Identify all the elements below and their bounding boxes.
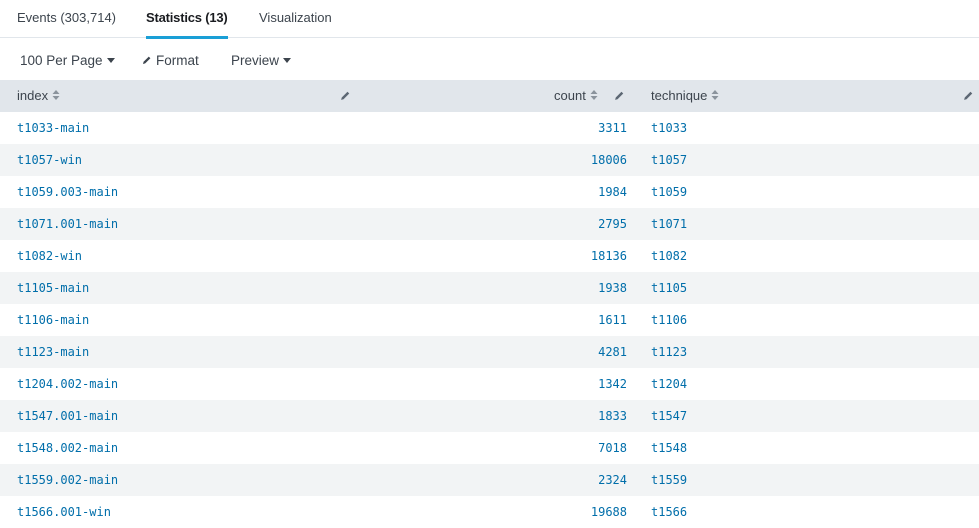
preview-label: Preview <box>231 52 280 68</box>
technique-cell[interactable]: t1059 <box>651 176 687 208</box>
table-row: t1059.003-main 1984 t1059 <box>0 176 979 208</box>
edit-column-pencil-icon[interactable] <box>963 90 974 101</box>
technique-cell[interactable]: t1559 <box>651 464 687 496</box>
tab-statistics[interactable]: Statistics (13) <box>146 0 228 39</box>
tab-events[interactable]: Events (303,714) <box>17 0 116 38</box>
sort-icon <box>590 90 598 100</box>
count-cell[interactable]: 3311 <box>598 112 627 144</box>
technique-cell[interactable]: t1123 <box>651 336 687 368</box>
count-cell[interactable]: 2324 <box>598 464 627 496</box>
index-cell[interactable]: t1033-main <box>17 112 89 144</box>
edit-column-pencil-icon[interactable] <box>614 90 625 101</box>
index-cell[interactable]: t1566.001-win <box>17 496 111 528</box>
column-header-count[interactable]: count <box>554 80 598 112</box>
table-row: t1057-win 18006 t1057 <box>0 144 979 176</box>
column-header-label: index <box>17 88 49 103</box>
table-row: t1566.001-win 19688 t1566 <box>0 496 979 528</box>
count-cell[interactable]: 1342 <box>598 368 627 400</box>
table-row: t1105-main 1938 t1105 <box>0 272 979 304</box>
table-row: t1033-main 3311 t1033 <box>0 112 979 144</box>
results-tabs: Events (303,714) Statistics (13) Visuali… <box>0 0 979 39</box>
count-cell[interactable]: 1611 <box>598 304 627 336</box>
sort-icon <box>52 90 60 100</box>
index-cell[interactable]: t1059.003-main <box>17 176 118 208</box>
preview-dropdown[interactable]: Preview <box>231 51 292 69</box>
count-cell[interactable]: 7018 <box>598 432 627 464</box>
count-cell[interactable]: 19688 <box>591 496 627 528</box>
technique-cell[interactable]: t1204 <box>651 368 687 400</box>
per-page-label: 100 Per Page <box>20 52 103 68</box>
count-cell[interactable]: 1833 <box>598 400 627 432</box>
index-cell[interactable]: t1082-win <box>17 240 82 272</box>
count-cell[interactable]: 2795 <box>598 208 627 240</box>
index-cell[interactable]: t1559.002-main <box>17 464 118 496</box>
caret-down-icon <box>283 57 292 63</box>
index-cell[interactable]: t1105-main <box>17 272 89 304</box>
table-row: t1204.002-main 1342 t1204 <box>0 368 979 400</box>
count-cell[interactable]: 4281 <box>598 336 627 368</box>
index-cell[interactable]: t1123-main <box>17 336 89 368</box>
count-cell[interactable]: 1984 <box>598 176 627 208</box>
index-cell[interactable]: t1548.002-main <box>17 432 118 464</box>
column-header-label: technique <box>651 88 708 103</box>
results-toolbar: 100 Per Page Format Preview <box>0 39 979 80</box>
pencil-icon <box>143 56 151 64</box>
technique-cell[interactable]: t1106 <box>651 304 687 336</box>
index-cell[interactable]: t1204.002-main <box>17 368 118 400</box>
caret-down-icon <box>106 57 115 63</box>
table-row: t1547.001-main 1833 t1547 <box>0 400 979 432</box>
index-cell[interactable]: t1106-main <box>17 304 89 336</box>
technique-cell[interactable]: t1548 <box>651 432 687 464</box>
technique-cell[interactable]: t1547 <box>651 400 687 432</box>
technique-cell[interactable]: t1057 <box>651 144 687 176</box>
table-row: t1123-main 4281 t1123 <box>0 336 979 368</box>
column-header-technique[interactable]: technique <box>651 80 719 112</box>
table-header: index count technique <box>0 80 979 112</box>
table-row: t1548.002-main 7018 t1548 <box>0 432 979 464</box>
edit-column-pencil-icon[interactable] <box>340 90 351 101</box>
format-label: Format <box>156 52 199 68</box>
technique-cell[interactable]: t1566 <box>651 496 687 528</box>
tab-visualization[interactable]: Visualization <box>259 0 332 38</box>
index-cell[interactable]: t1071.001-main <box>17 208 118 240</box>
table-row: t1106-main 1611 t1106 <box>0 304 979 336</box>
table-body: t1033-main 3311 t1033 t1057-win 18006 t1… <box>0 112 979 528</box>
column-header-label: count <box>554 88 586 103</box>
index-cell[interactable]: t1547.001-main <box>17 400 118 432</box>
technique-cell[interactable]: t1071 <box>651 208 687 240</box>
count-cell[interactable]: 18136 <box>591 240 627 272</box>
sort-icon <box>711 90 719 100</box>
format-button[interactable]: Format <box>142 51 199 69</box>
table-row: t1082-win 18136 t1082 <box>0 240 979 272</box>
count-cell[interactable]: 18006 <box>591 144 627 176</box>
table-row: t1071.001-main 2795 t1071 <box>0 208 979 240</box>
per-page-dropdown[interactable]: 100 Per Page <box>20 51 115 69</box>
column-header-index[interactable]: index <box>17 80 60 112</box>
table-row: t1559.002-main 2324 t1559 <box>0 464 979 496</box>
technique-cell[interactable]: t1033 <box>651 112 687 144</box>
technique-cell[interactable]: t1105 <box>651 272 687 304</box>
index-cell[interactable]: t1057-win <box>17 144 82 176</box>
count-cell[interactable]: 1938 <box>598 272 627 304</box>
technique-cell[interactable]: t1082 <box>651 240 687 272</box>
